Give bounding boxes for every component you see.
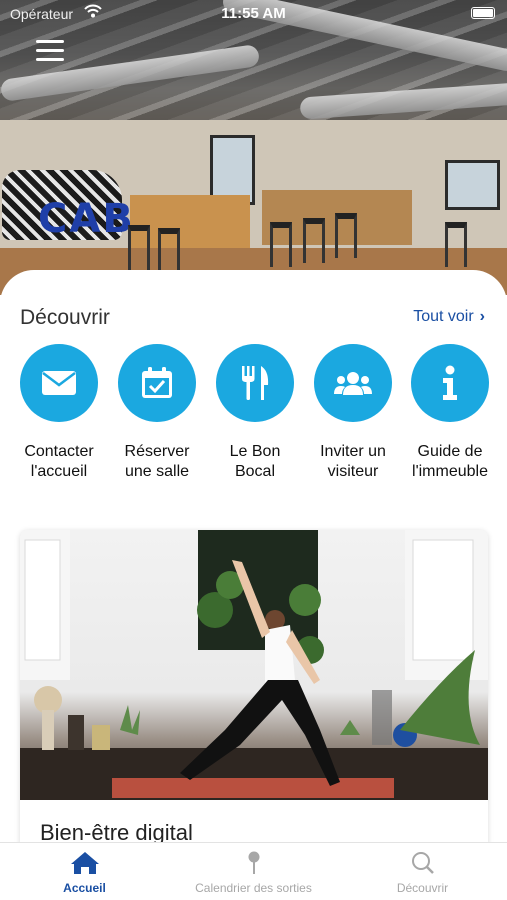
tab-label: Accueil (63, 881, 106, 895)
shortcut-circle (314, 344, 392, 422)
info-icon (443, 365, 457, 400)
featured-image (20, 530, 488, 800)
pin-icon (169, 851, 338, 875)
shortcut-label: Le Bon Bocal (229, 443, 281, 480)
calendar-check-icon (142, 367, 172, 398)
tab-discover[interactable]: Découvrir (338, 851, 507, 895)
shortcut-restaurant[interactable]: Le Bon Bocal (207, 344, 303, 482)
shortcut-label: Guide de l'immeuble (412, 443, 488, 480)
search-icon (338, 851, 507, 875)
bar-stool (303, 218, 325, 263)
section-title: Découvrir (20, 306, 110, 329)
tab-home[interactable]: Accueil (0, 851, 169, 895)
clock: 11:55 AM (221, 5, 286, 22)
hamburger-icon (36, 40, 64, 43)
users-icon (334, 372, 372, 395)
bar-stool (270, 222, 292, 267)
hamburger-icon-line (36, 49, 64, 52)
shortcut-circle (118, 344, 196, 422)
tab-bar: Accueil Calendrier des sorties Découvrir (0, 842, 507, 900)
shortcut-invite-visitor[interactable]: Inviter un visiteur (305, 344, 401, 482)
shortcut-label: Réserver une salle (124, 443, 190, 480)
shortcut-circle (20, 344, 98, 422)
featured-card[interactable]: Bien-être digital (20, 530, 488, 842)
shortcut-contact-reception[interactable]: Contacter l'accueil (11, 344, 107, 482)
shortcut-circle (216, 344, 294, 422)
bar-stool (128, 225, 150, 270)
yoga-scene (20, 530, 488, 800)
hamburger-icon-line (36, 58, 64, 61)
window (445, 160, 500, 210)
shortcut-book-room[interactable]: Réserver une salle (109, 344, 205, 482)
tab-outings-calendar[interactable]: Calendrier des sorties (169, 851, 338, 895)
see-all-link[interactable]: Tout voir › (413, 308, 485, 326)
status-bar: Opérateur 11:55 AM (0, 0, 507, 28)
home-icon (0, 851, 169, 875)
envelope-icon (42, 371, 76, 395)
battery-icon (471, 7, 495, 19)
shortcut-label: Inviter un visiteur (320, 443, 386, 480)
hero-image: CAB (0, 0, 507, 295)
see-all-label: Tout voir (413, 308, 474, 325)
featured-title: Bien-être digital (40, 820, 193, 842)
bar-stool (335, 213, 357, 258)
chevron-right-icon: › (479, 308, 485, 325)
bar-stool (158, 228, 180, 273)
content-sheet: Découvrir Tout voir › Contacter l'accueil… (0, 270, 507, 842)
cab-sign: CAB (38, 196, 135, 242)
tab-label: Découvrir (396, 881, 449, 895)
bar-stool (445, 222, 467, 267)
shortcut-circle (411, 344, 489, 422)
shortcut-building-guide[interactable]: Guide de l'immeuble (402, 344, 498, 482)
fork-knife-icon (242, 366, 269, 400)
shortcut-label: Contacter l'accueil (24, 443, 94, 480)
menu-button[interactable] (36, 40, 64, 64)
tab-label: Calendrier des sorties (195, 881, 312, 895)
